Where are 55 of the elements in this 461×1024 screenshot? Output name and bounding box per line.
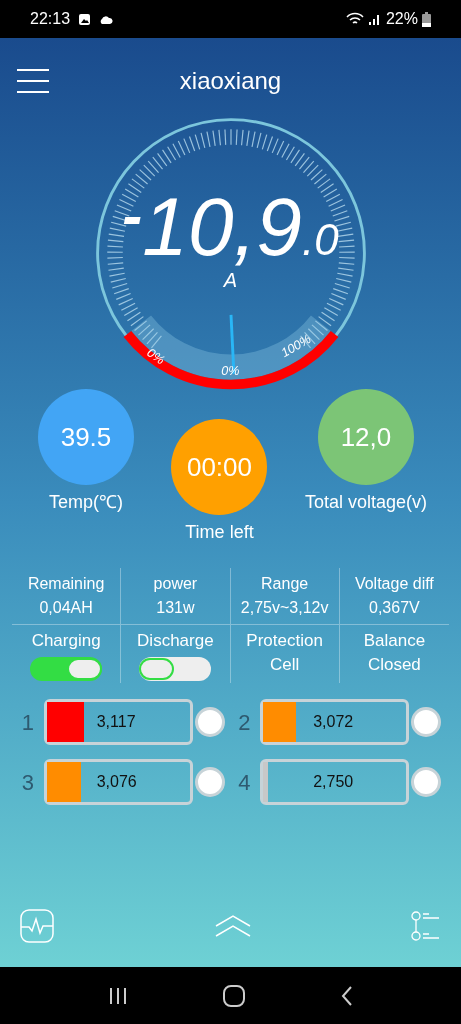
signal-icon [367, 13, 382, 25]
switch-label: Discharge [137, 630, 214, 652]
status-label: Protection [246, 630, 323, 652]
cell-voltage: 2,750 [313, 772, 354, 792]
cell-number: 4 [237, 768, 252, 797]
image-icon [78, 12, 92, 26]
cell-voltage: 3,076 [96, 772, 137, 792]
info-value: 2,75v~3,12v [240, 598, 329, 618]
back-icon[interactable] [341, 985, 354, 1006]
cloud-icon [99, 14, 114, 24]
home-icon[interactable] [223, 984, 246, 1007]
cell-radio[interactable] [411, 767, 441, 797]
info-label: Range [261, 574, 309, 594]
timeline-list-icon[interactable] [411, 911, 441, 941]
pulse-chart-icon [20, 909, 54, 943]
stat-value: 00:00 [186, 450, 252, 484]
cell-voltage: 3,072 [313, 712, 354, 732]
double-chevron-up-icon[interactable] [214, 914, 251, 938]
battery-percent: 22% [385, 9, 418, 29]
menu-button[interactable] [17, 69, 49, 93]
cell-number: 2 [237, 708, 252, 737]
current-sign: - [122, 186, 143, 246]
current-unit: A [223, 270, 238, 290]
stat-value: 12,0 [340, 420, 392, 454]
status-time: 22:13 [30, 9, 71, 29]
info-label: Voltage diff [354, 574, 434, 594]
current-decimal: .0 [301, 218, 339, 262]
info-label: power [153, 574, 198, 594]
info-label: Remaining [27, 574, 105, 594]
toggle-switch[interactable] [139, 657, 212, 681]
info-value: 0,367V [369, 598, 420, 618]
cell-radio[interactable] [194, 767, 225, 797]
info-value: 0,04AH [39, 598, 93, 618]
cell-number: 1 [20, 708, 35, 737]
stat-value: 39.5 [60, 420, 112, 454]
cell-number: 3 [20, 768, 35, 797]
stat-label: Temp(℃) [49, 491, 123, 514]
gauge-min-label: 0% [143, 345, 167, 368]
battery-icon [422, 11, 431, 27]
cell-voltage: 3,117 [96, 712, 136, 732]
toggle-switch[interactable] [30, 657, 103, 681]
status-value: Closed [367, 654, 421, 676]
status-label: Balance [363, 630, 426, 652]
recent-apps-icon[interactable] [107, 986, 128, 1005]
cell-radio[interactable] [411, 707, 441, 737]
gauge-center-label: 0% [220, 363, 239, 378]
cell-radio[interactable] [194, 707, 225, 737]
app-title: xiaoxiang [179, 66, 282, 96]
current-reading: 10,9 [142, 186, 302, 268]
stat-label: Time left [185, 521, 254, 544]
status-value: Cell [269, 654, 300, 676]
wifi-icon [345, 12, 364, 26]
info-value: 131w [156, 598, 195, 618]
stat-label: Total voltage(v) [304, 491, 427, 514]
switch-label: Charging [31, 630, 101, 652]
